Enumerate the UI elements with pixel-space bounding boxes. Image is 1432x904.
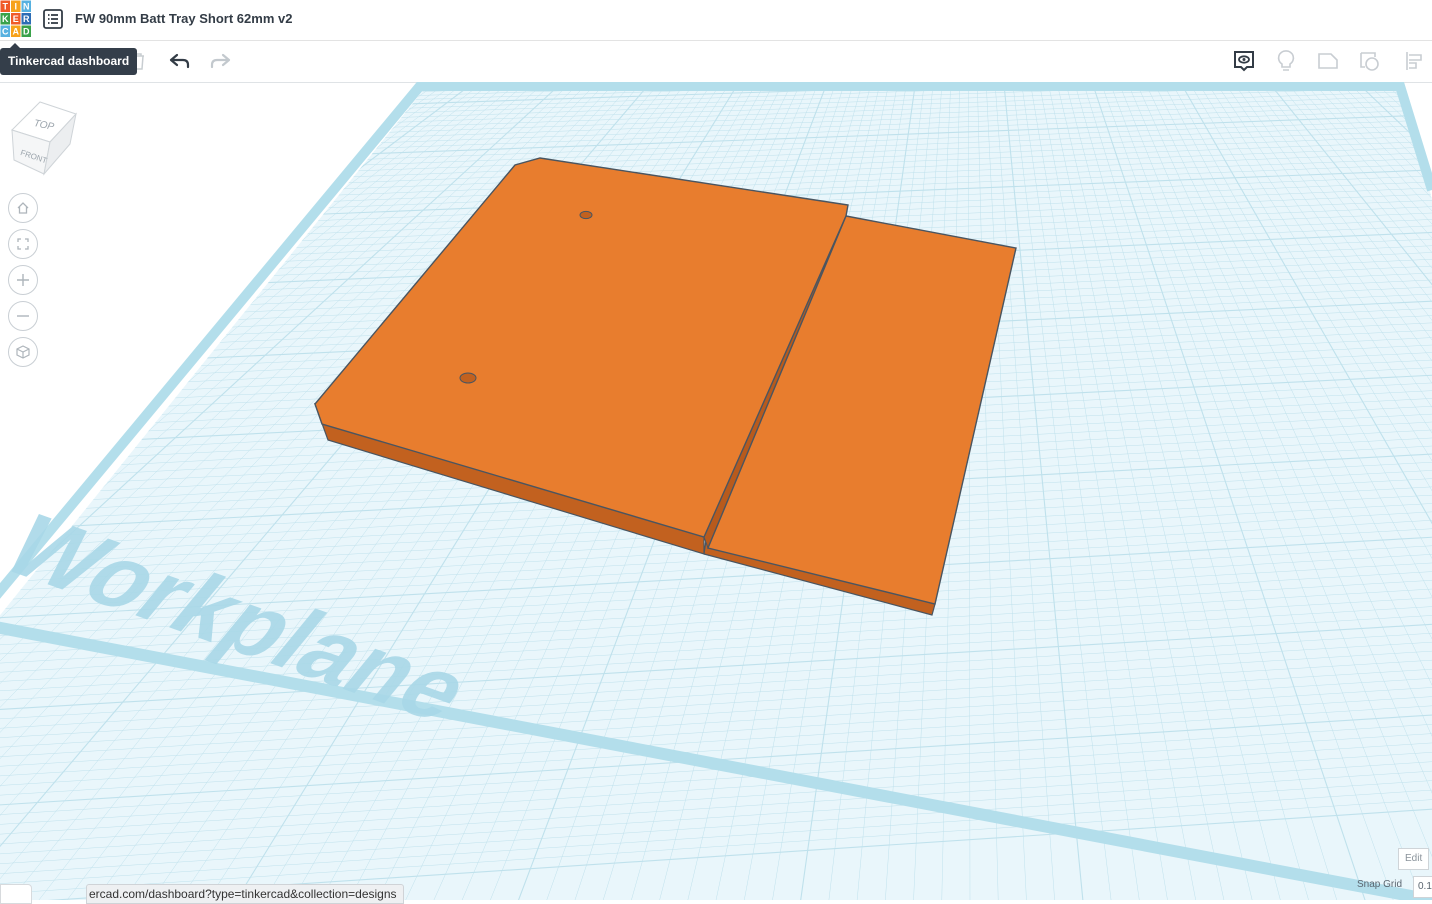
fit-view-button[interactable] xyxy=(8,229,38,259)
perspective-button[interactable] xyxy=(8,337,38,367)
logo-letter: K xyxy=(2,14,9,24)
redo-icon xyxy=(209,53,231,69)
logo-letter: D xyxy=(23,27,30,37)
design-title[interactable]: FW 90mm Batt Tray Short 62mm v2 xyxy=(75,11,292,26)
zoom-out-button[interactable] xyxy=(8,301,38,331)
edit-grid-button[interactable]: Edit xyxy=(1398,848,1429,870)
tray-mount-hole xyxy=(460,373,476,383)
undo-icon xyxy=(169,53,191,69)
align-button[interactable] xyxy=(1396,41,1432,81)
logo-letter: E xyxy=(13,14,19,24)
redo-button[interactable] xyxy=(202,41,238,81)
logo-letter: C xyxy=(2,27,9,37)
logo-letter: R xyxy=(23,14,30,24)
solid-shape-icon xyxy=(1316,50,1340,72)
snap-grid-label: Snap Grid xyxy=(1357,879,1402,890)
zoom-out-icon xyxy=(16,309,30,323)
logo-letter: A xyxy=(13,27,20,37)
hole-shape-icon xyxy=(1358,50,1382,72)
notes-button[interactable] xyxy=(1226,41,1262,81)
link-status-bar: ercad.com/dashboard?type=tinkercad&colle… xyxy=(86,884,404,904)
note-icon xyxy=(1232,49,1256,73)
tray-mount-hole xyxy=(580,211,592,218)
design-list-icon[interactable] xyxy=(43,9,63,29)
logo-letter: T xyxy=(3,2,9,12)
dashboard-tooltip: Tinkercad dashboard xyxy=(0,48,137,75)
align-icon xyxy=(1404,50,1424,72)
status-tab xyxy=(0,884,32,904)
home-icon xyxy=(16,201,30,215)
logo-letter: I xyxy=(14,2,17,12)
light-button[interactable] xyxy=(1268,41,1304,81)
toolbar xyxy=(0,41,1432,83)
home-view-button[interactable] xyxy=(8,193,38,223)
fit-view-icon xyxy=(16,237,30,251)
hole-button[interactable] xyxy=(1352,41,1388,81)
zoom-in-icon xyxy=(16,273,30,287)
workplane-view[interactable]: Workplane xyxy=(0,82,1432,900)
perspective-icon xyxy=(16,345,30,359)
top-bar: TIN KER CAD FW 90mm Batt Tray Short 62mm v… xyxy=(0,0,1432,41)
undo-button[interactable] xyxy=(162,41,198,81)
light-bulb-icon xyxy=(1276,49,1296,73)
logo-letter: N xyxy=(23,2,30,12)
view-cube[interactable]: TOP FRONT xyxy=(10,100,78,176)
zoom-in-button[interactable] xyxy=(8,265,38,295)
snap-grid-select[interactable]: 0.1 xyxy=(1413,876,1432,898)
tinkercad-logo[interactable]: TIN KER CAD xyxy=(0,0,32,38)
solid-button[interactable] xyxy=(1310,41,1346,81)
